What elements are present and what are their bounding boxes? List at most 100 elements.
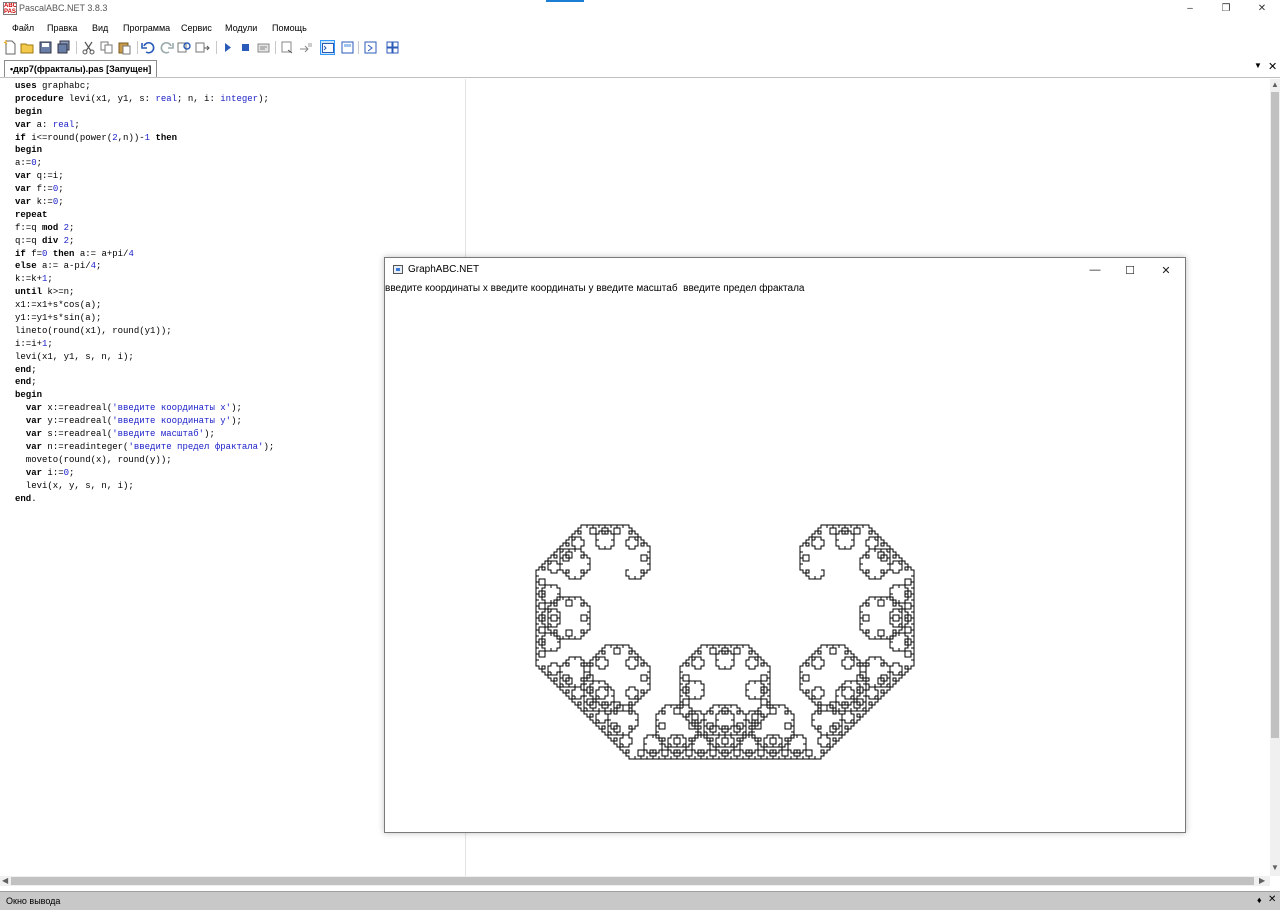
code-line[interactable]: end. (15, 493, 274, 506)
code-line[interactable]: begin (15, 106, 274, 119)
vertical-scrollbar[interactable]: ▲ ▼ (1270, 79, 1280, 876)
code-token: ; (58, 184, 64, 195)
code-line[interactable]: f:=q mod 2; (15, 222, 274, 235)
code-line[interactable]: begin (15, 144, 274, 157)
copy-icon[interactable] (99, 40, 114, 55)
close-button[interactable]: ✕ (1244, 0, 1280, 17)
code-token: ; (58, 197, 64, 208)
code-line[interactable]: var i:=0; (15, 467, 274, 480)
output-close-icon[interactable]: ✕ (1268, 894, 1276, 905)
tab-dkr7-fractals[interactable]: •дкр7(фракталы).pas [Запущен] (4, 60, 158, 77)
menu-modules[interactable]: Модули (225, 23, 257, 33)
code-line[interactable]: levi(x, y, s, n, i); (15, 480, 274, 493)
save-all-icon[interactable] (56, 40, 71, 55)
code-line[interactable]: uses graphabc; (15, 80, 274, 93)
program-icon[interactable] (363, 40, 378, 55)
code-token: else (15, 261, 37, 272)
form-designer-icon[interactable] (340, 40, 355, 55)
code-token: begin (15, 106, 43, 117)
replace-icon[interactable] (195, 40, 210, 55)
graphabc-window[interactable]: GraphABC.NET — ☐ ✕ введите координаты x … (384, 257, 1186, 833)
code-line[interactable]: var n:=readinteger('введите предел фракт… (15, 441, 274, 454)
code-line[interactable]: if i<=round(power(2,n))-1 then (15, 132, 274, 145)
debug-over-icon[interactable] (298, 40, 313, 55)
scroll-down-icon[interactable]: ▼ (1271, 863, 1279, 872)
code-line[interactable]: k:=k+1; (15, 273, 274, 286)
code-line[interactable]: moveto(round(x), round(y)); (15, 454, 274, 467)
code-line[interactable]: var s:=readreal('введите масштаб'); (15, 428, 274, 441)
horizontal-scrollbar[interactable]: ◀ ▶ (0, 876, 1270, 886)
code-token: end (15, 364, 32, 375)
stop-icon[interactable] (238, 40, 253, 55)
find-icon[interactable] (177, 40, 192, 55)
code-token: f= (25, 248, 43, 259)
code-line[interactable]: q:=q div 2; (15, 235, 274, 248)
code-token: moveto(round(x), round(y)); (15, 454, 172, 465)
source-code[interactable]: uses graphabc; procedure levi(x1, y1, s: … (15, 80, 274, 505)
pascalabc-app-icon: ABC PAS (3, 2, 17, 15)
code-line[interactable]: var q:=i; (15, 170, 274, 183)
code-line[interactable]: var f:=0; (15, 183, 274, 196)
tab-strip: •дкр7(фракталы).pas [Запущен] ▼ ✕ (0, 59, 1280, 78)
tab-close-icon[interactable]: ✕ (1268, 60, 1277, 73)
code-token: ; n, i: (177, 93, 221, 104)
compile-icon[interactable] (256, 40, 271, 55)
code-line[interactable]: end; (15, 364, 274, 377)
code-line[interactable]: a:=0; (15, 157, 274, 170)
menu-edit[interactable]: Правка (47, 23, 77, 33)
minimize-button[interactable]: – (1172, 0, 1208, 17)
code-token: var (25, 467, 43, 478)
undo-icon[interactable] (141, 40, 156, 55)
code-token: q:=i; (31, 171, 64, 182)
code-token: real (52, 119, 75, 130)
new-file-icon[interactable] (3, 40, 18, 55)
paste-icon[interactable] (117, 40, 132, 55)
run-icon[interactable] (220, 40, 235, 55)
menu-help[interactable]: Помощь (272, 23, 307, 33)
code-token: n:=readinteger( (42, 441, 129, 452)
code-line[interactable]: end; (15, 376, 274, 389)
code-line[interactable]: repeat (15, 209, 274, 222)
debug-step-icon[interactable] (280, 40, 295, 55)
code-line[interactable]: lineto(round(x1), round(y1)); (15, 325, 274, 338)
code-token: levi(x, y, s, n, i); (15, 480, 134, 491)
code-line[interactable]: levi(x1, y1, s, n, i); (15, 351, 274, 364)
code-line[interactable]: i:=i+1; (15, 338, 274, 351)
save-icon[interactable] (38, 40, 53, 55)
menu-file[interactable]: Файл (12, 23, 34, 33)
code-token: ; (31, 377, 37, 388)
console-icon[interactable] (320, 40, 335, 55)
tab-list-dropdown-icon[interactable]: ▼ (1254, 61, 1262, 70)
code-token: until (15, 287, 43, 298)
vertical-scroll-thumb[interactable] (1271, 92, 1279, 738)
restore-button[interactable]: ❐ (1208, 0, 1244, 17)
redo-icon[interactable] (159, 40, 174, 55)
menu-service[interactable]: Сервис (181, 23, 212, 33)
menu-view[interactable]: Вид (92, 23, 108, 33)
code-line[interactable]: else a:= a-pi/4; (15, 260, 274, 273)
code-line[interactable]: var x:=readreal('введите координаты x'); (15, 402, 274, 415)
code-line[interactable]: var y:=readreal('введите координаты y'); (15, 415, 274, 428)
code-token: 'введите координаты x' (112, 403, 232, 414)
code-line[interactable]: begin (15, 389, 274, 402)
code-line[interactable]: var k:=0; (15, 196, 274, 209)
horizontal-scroll-thumb[interactable] (11, 877, 1254, 885)
code-line[interactable]: procedure levi(x1, y1, s: real; n, i: in… (15, 93, 274, 106)
code-token: graphabc; (36, 81, 91, 91)
menu-program[interactable]: Программа (123, 23, 170, 33)
code-line[interactable]: if f=0 then a:= a+pi/4 (15, 248, 274, 261)
code-line[interactable]: y1:=y1+s*sin(a); (15, 312, 274, 325)
code-token: ; (74, 119, 80, 130)
code-token: begin (15, 145, 43, 156)
cut-icon[interactable] (81, 40, 96, 55)
pin-icon[interactable]: ♦ (1257, 895, 1262, 905)
scroll-right-icon[interactable]: ▶ (1259, 876, 1265, 885)
code-line[interactable]: var a: real; (15, 119, 274, 132)
scroll-up-icon[interactable]: ▲ (1271, 80, 1279, 89)
open-file-icon[interactable] (20, 40, 35, 55)
code-line[interactable]: x1:=x1+s*cos(a); (15, 299, 274, 312)
code-line[interactable]: until k>=n; (15, 286, 274, 299)
scroll-left-icon[interactable]: ◀ (2, 876, 8, 885)
modules-icon[interactable] (385, 40, 400, 55)
